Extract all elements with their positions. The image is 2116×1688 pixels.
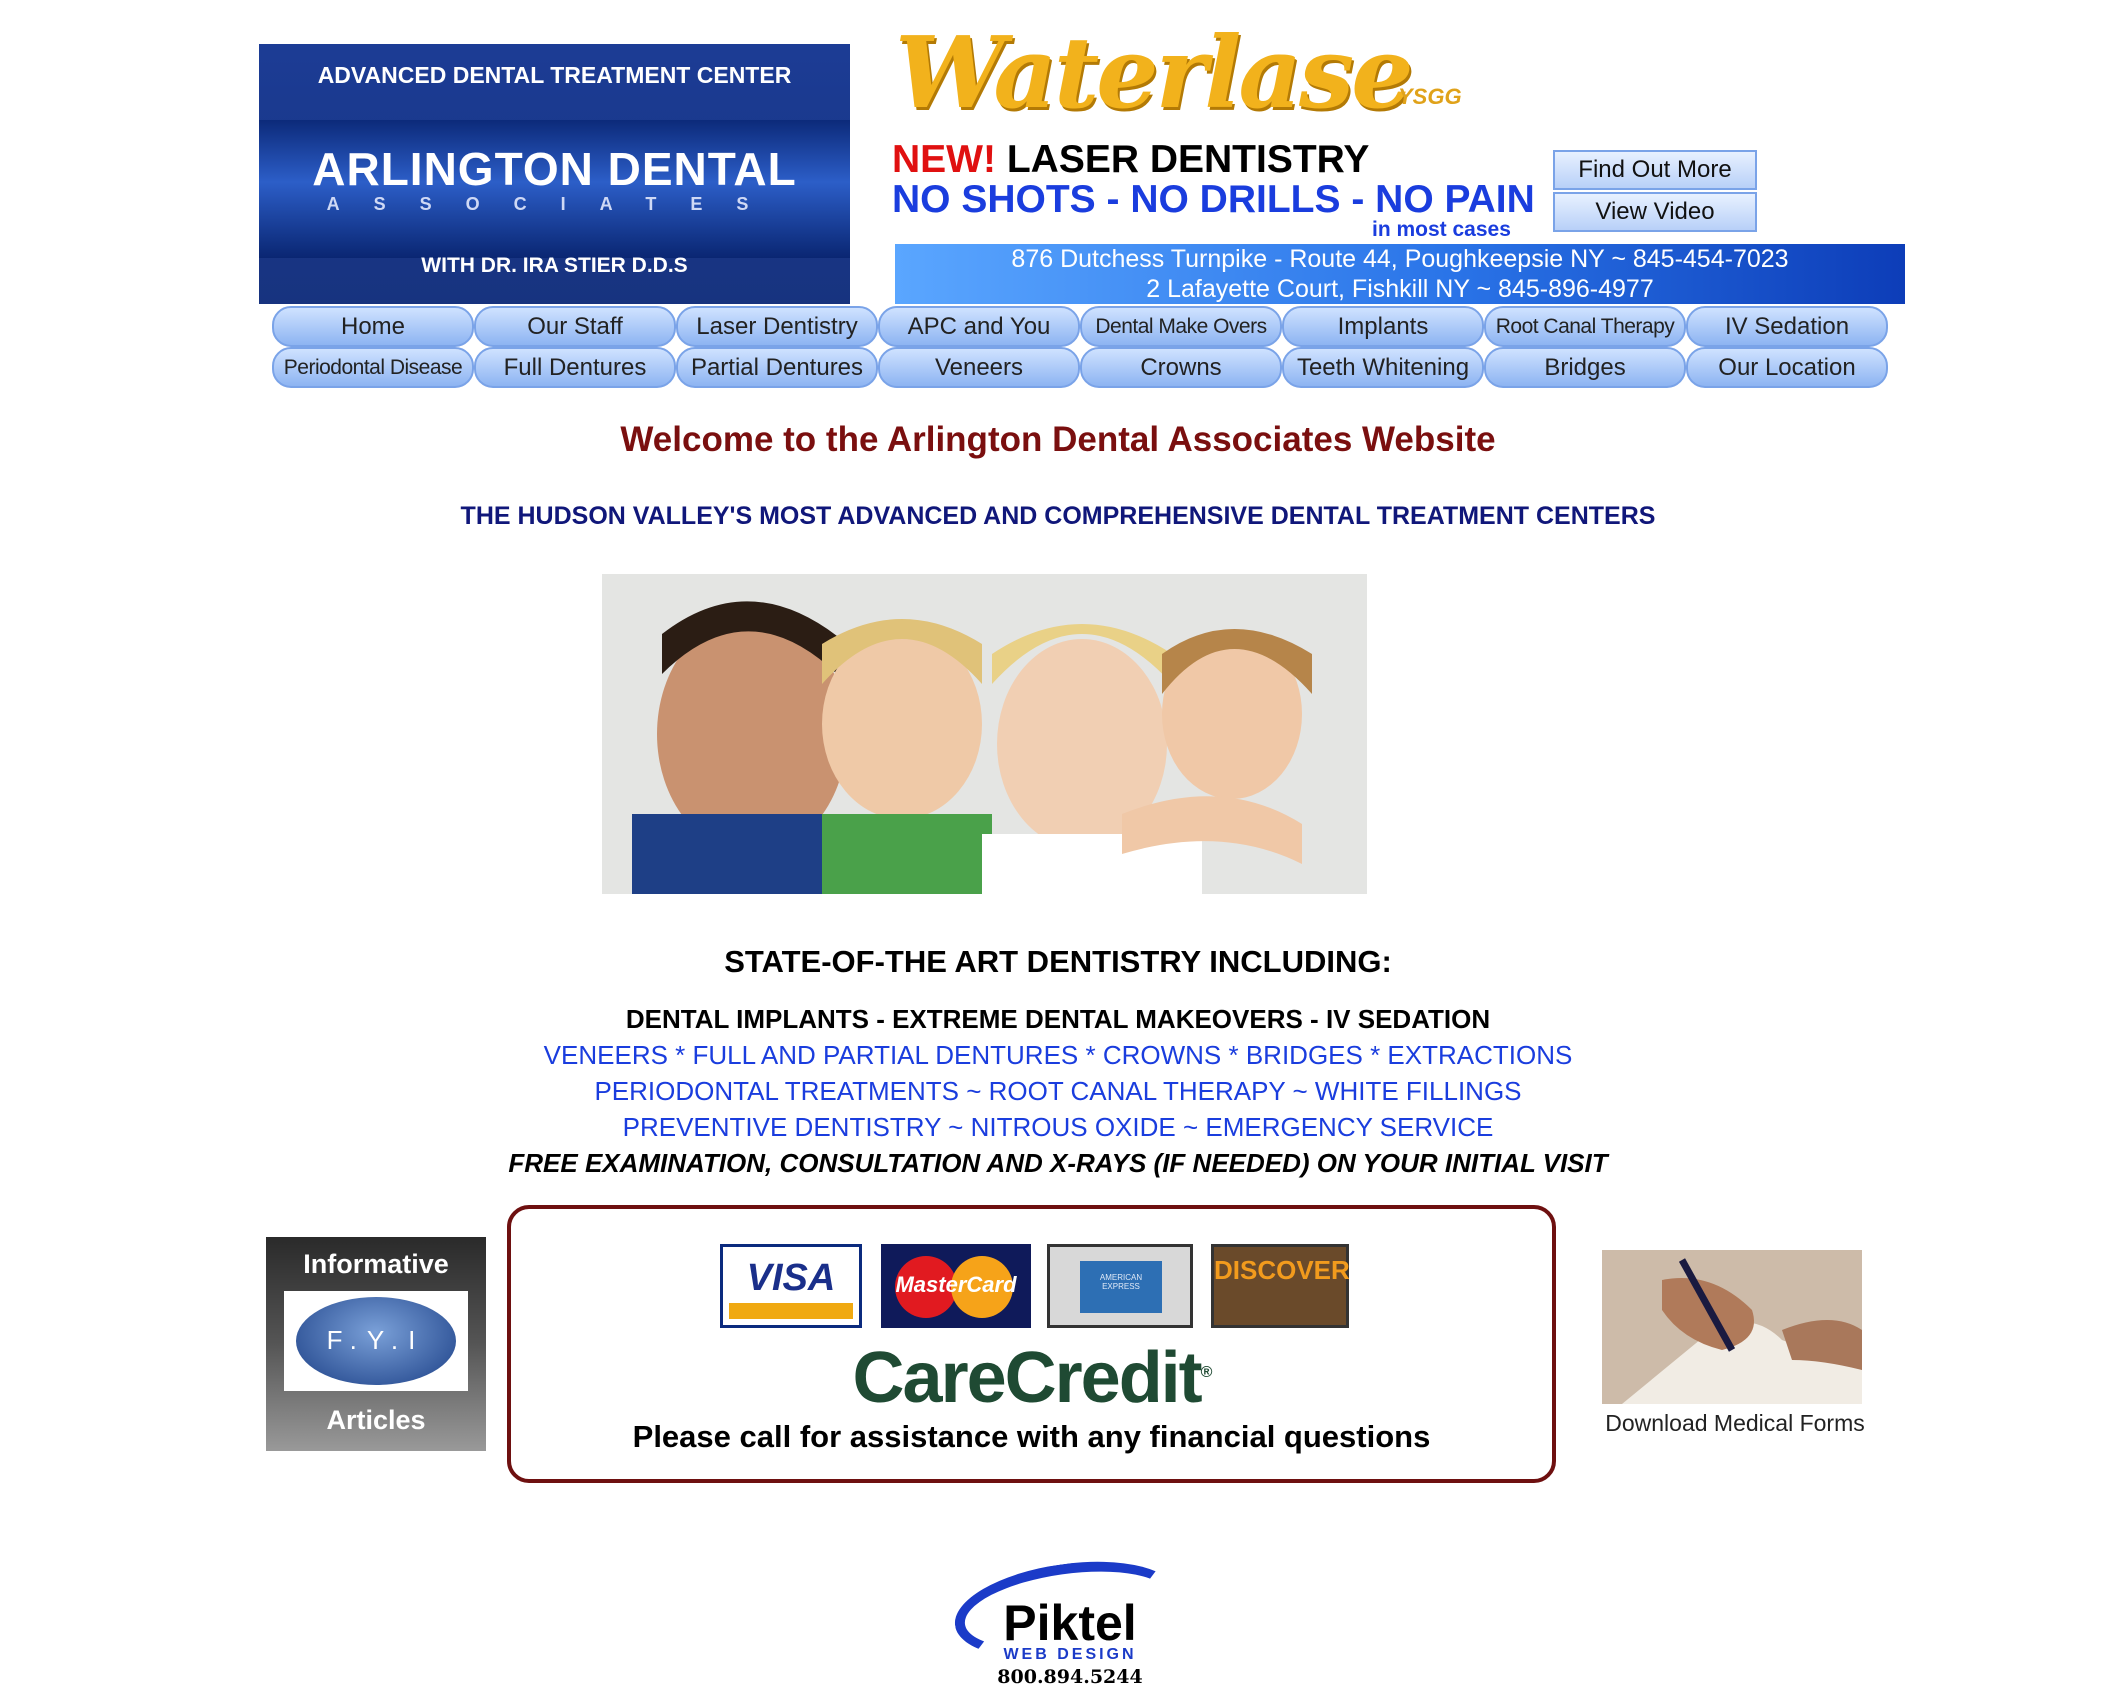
subtitle: THE HUDSON VALLEY'S MOST ADVANCED AND CO… — [460, 502, 1656, 530]
financial-message: Please call for assistance with any fina… — [632, 1419, 1431, 1454]
headline-text: LASER DENTISTRY — [1006, 138, 1370, 181]
writing-hand-illustration — [1602, 1250, 1862, 1404]
address-fishkill: 2 Lafayette Court, Fishkill NY ~ 845-896… — [1146, 275, 1654, 303]
promo-headline: NEW! LASER DENTISTRY — [892, 138, 1369, 182]
waterlase-suffix: YSGG — [1398, 84, 1462, 109]
logo-block[interactable]: ADVANCED DENTAL TREATMENT CENTER ARLINGT… — [259, 44, 850, 304]
amex-label: AMERICAN EXPRESS — [1099, 1273, 1143, 1291]
nav-iv-sedation[interactable]: IV Sedation — [1686, 306, 1888, 347]
discover-card-icon: DISCOVER — [1211, 1244, 1350, 1328]
piktel-logo[interactable]: Piktel WEB DESIGN 800.894.5244 — [948, 1548, 1190, 1688]
address-bar: 876 Dutchess Turnpike - Route 44, Poughk… — [895, 244, 1905, 304]
promo-note: in most cases — [1372, 218, 1511, 241]
nav-bridges[interactable]: Bridges — [1484, 347, 1686, 388]
registered-icon: ® — [1200, 1364, 1213, 1381]
services-line-1: DENTAL IMPLANTS - EXTREME DENTAL MAKEOVE… — [625, 1004, 1491, 1034]
logo-doctor: WITH DR. IRA STIER D.D.S — [421, 254, 688, 277]
nav-home[interactable]: Home — [272, 306, 474, 347]
visa-label: VISA — [746, 1257, 836, 1299]
fyi-top-label: Informative — [303, 1249, 449, 1279]
family-illustration — [602, 574, 1367, 894]
promo-subheadline: NO SHOTS - NO DRILLS - NO PAIN — [892, 178, 1535, 221]
services-line-2: VENEERS * FULL AND PARTIAL DENTURES * CR… — [543, 1040, 1573, 1070]
download-forms-link[interactable]: Download Medical Forms — [1590, 1410, 1880, 1437]
piktel-name: Piktel — [1003, 1595, 1137, 1651]
nav-partial-dentures[interactable]: Partial Dentures — [676, 347, 878, 388]
waterlase-logo[interactable]: Waterlase — [895, 16, 1414, 131]
medical-forms-image[interactable] — [1602, 1250, 1862, 1404]
nav-periodontal-disease[interactable]: Periodontal Disease — [272, 347, 474, 388]
find-out-more-button[interactable]: Find Out More — [1553, 150, 1757, 190]
nav-veneers[interactable]: Veneers — [878, 347, 1080, 388]
visa-card-icon: VISA — [720, 1244, 862, 1328]
nav-laser-dentistry[interactable]: Laser Dentistry — [676, 306, 878, 347]
logo-name: ARLINGTON DENTAL — [312, 143, 797, 195]
nav-our-location[interactable]: Our Location — [1686, 347, 1888, 388]
mastercard-label: MasterCard — [895, 1272, 1017, 1297]
piktel-sub: WEB DESIGN — [1003, 1646, 1137, 1663]
services-heading: STATE-OF-THE ART DENTISTRY INCLUDING: — [724, 944, 1392, 979]
logo-associates: ASSOCIATES — [326, 194, 783, 214]
free-exam-notice: FREE EXAMINATION, CONSULTATION AND X-RAY… — [508, 1148, 1608, 1178]
piktel-phone: 800.894.5244 — [997, 1666, 1143, 1688]
nav-root-canal-therapy[interactable]: Root Canal Therapy — [1484, 306, 1686, 347]
family-photo — [602, 574, 1367, 894]
nav-dental-make-overs[interactable]: Dental Make Overs — [1080, 306, 1282, 347]
amex-card-icon: AMERICAN EXPRESS — [1047, 1244, 1193, 1328]
logo-tagline: ADVANCED DENTAL TREATMENT CENTER — [317, 62, 792, 88]
nav-full-dentures[interactable]: Full Dentures — [474, 347, 676, 388]
payment-panel: VISA MasterCard AMERICAN EXPRESS DISCOVE… — [507, 1205, 1556, 1483]
nav-crowns[interactable]: Crowns — [1080, 347, 1282, 388]
fyi-bottom-label: Articles — [326, 1405, 426, 1435]
new-label: NEW! — [892, 138, 996, 181]
nav-apc-and-you[interactable]: APC and You — [878, 306, 1080, 347]
discover-label: DISCOVER — [1214, 1255, 1350, 1285]
mastercard-icon: MasterCard — [881, 1244, 1031, 1328]
view-video-button[interactable]: View Video — [1553, 192, 1757, 232]
fyi-articles-link[interactable]: Informative F.Y.I Articles — [266, 1237, 486, 1451]
services-line-3: PERIODONTAL TREATMENTS ~ ROOT CANAL THER… — [594, 1076, 1522, 1106]
welcome-heading: Welcome to the Arlington Dental Associat… — [620, 420, 1496, 459]
nav-implants[interactable]: Implants — [1282, 306, 1484, 347]
carecredit-logo: CareCredit® — [511, 1337, 1552, 1419]
services-line-4: PREVENTIVE DENTISTRY ~ NITROUS OXIDE ~ E… — [622, 1112, 1494, 1142]
carecredit-text: CareCredit — [852, 1338, 1203, 1418]
nav-teeth-whitening[interactable]: Teeth Whitening — [1282, 347, 1484, 388]
address-poughkeepsie: 876 Dutchess Turnpike - Route 44, Poughk… — [1011, 245, 1789, 273]
visa-stripe — [729, 1303, 853, 1319]
nav-our-staff[interactable]: Our Staff — [474, 306, 676, 347]
fyi-badge-text: F.Y.I — [326, 1325, 426, 1355]
